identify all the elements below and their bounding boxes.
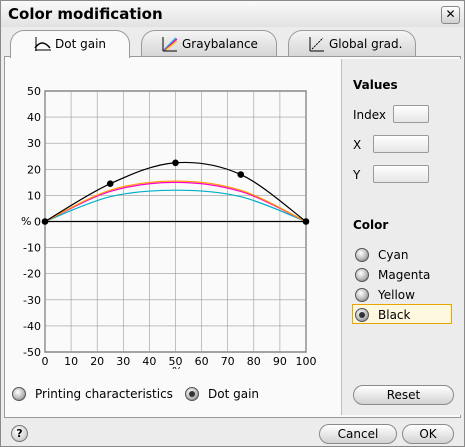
cyan-radio[interactable] [355,248,369,262]
dot-gain-label: Dot gain [208,387,260,401]
x-tick-label: 40 [142,355,156,368]
tab-graybalance[interactable]: Graybalance [141,30,277,56]
tab-global-grad[interactable]: Global grad. [288,30,416,56]
y-tick-label: 30 [27,137,41,150]
values-heading: Values [353,78,398,92]
control-point[interactable] [172,159,179,167]
magenta-radio[interactable] [355,268,369,282]
y-tick-label: 0 [34,216,41,229]
control-point[interactable] [41,218,49,225]
ok-button[interactable]: OK [402,424,454,444]
title-bar: Color modification ✕ [1,1,464,27]
global-grad-icon [309,37,324,52]
y-tick-label: 20 [27,163,41,176]
black-label: Black [378,308,411,322]
x-tick-label: 70 [221,355,235,368]
y-tick-label: -40 [23,320,41,333]
index-label: Index [353,108,387,122]
x-tick-label: 10 [64,355,78,368]
dot-gain-chart[interactable]: 50403020100-10-20-30-40-50 0 10 20 30 40 50 60… [1,79,341,369]
color-modification-dialog: Color modification ✕ Dot gain Graybalanc… [0,0,465,447]
help-icon[interactable]: ? [11,425,28,442]
cyan-label: Cyan [378,248,409,262]
y-label: Y [353,168,361,182]
tab-dot-gain[interactable]: Dot gain [10,30,130,58]
x-tick-label: 80 [247,355,261,368]
y-tick-label: -30 [23,294,41,307]
x-axis-label: % [172,365,182,369]
printing-characteristics-label: Printing characteristics [35,387,173,401]
x-label: X [353,138,362,152]
printing-characteristics-radio[interactable] [12,387,26,401]
y-tick-label: 50 [27,85,41,98]
x-tick-label: 100 [296,355,317,368]
y-tick-label: -10 [23,242,41,255]
graybalance-icon [162,37,178,52]
y-axis-label: % [21,215,31,228]
close-button[interactable]: ✕ [441,6,460,24]
tab-label: Graybalance [182,37,258,51]
y-tick-label: -20 [23,268,41,281]
black-radio[interactable] [355,308,369,322]
x-tick-label: 0 [42,355,49,368]
x-field[interactable] [373,135,429,153]
x-tick-label: 90 [273,355,287,368]
index-field[interactable] [393,105,429,123]
tab-label: Global grad. [329,37,403,51]
control-point[interactable] [106,180,114,187]
reset-button[interactable]: Reset [353,385,454,405]
y-field[interactable] [373,165,429,183]
x-tick-label: 20 [90,355,104,368]
window-title: Color modification [8,5,163,23]
x-tick-label: 60 [195,355,209,368]
cancel-button[interactable]: Cancel [319,424,397,444]
yellow-label: Yellow [378,288,415,302]
y-tick-label: 10 [27,189,41,202]
y-tick-label: 40 [27,111,41,124]
magenta-label: Magenta [378,268,431,282]
y-tick-label: -50 [23,346,41,359]
tab-label: Dot gain [55,37,107,51]
dot-gain-radio[interactable] [185,387,199,401]
control-point[interactable] [302,218,310,225]
x-tick-label: 30 [116,355,130,368]
dot-gain-icon [34,37,51,51]
color-heading: Color [353,218,389,232]
yellow-radio[interactable] [355,288,369,302]
control-point[interactable] [237,171,245,178]
